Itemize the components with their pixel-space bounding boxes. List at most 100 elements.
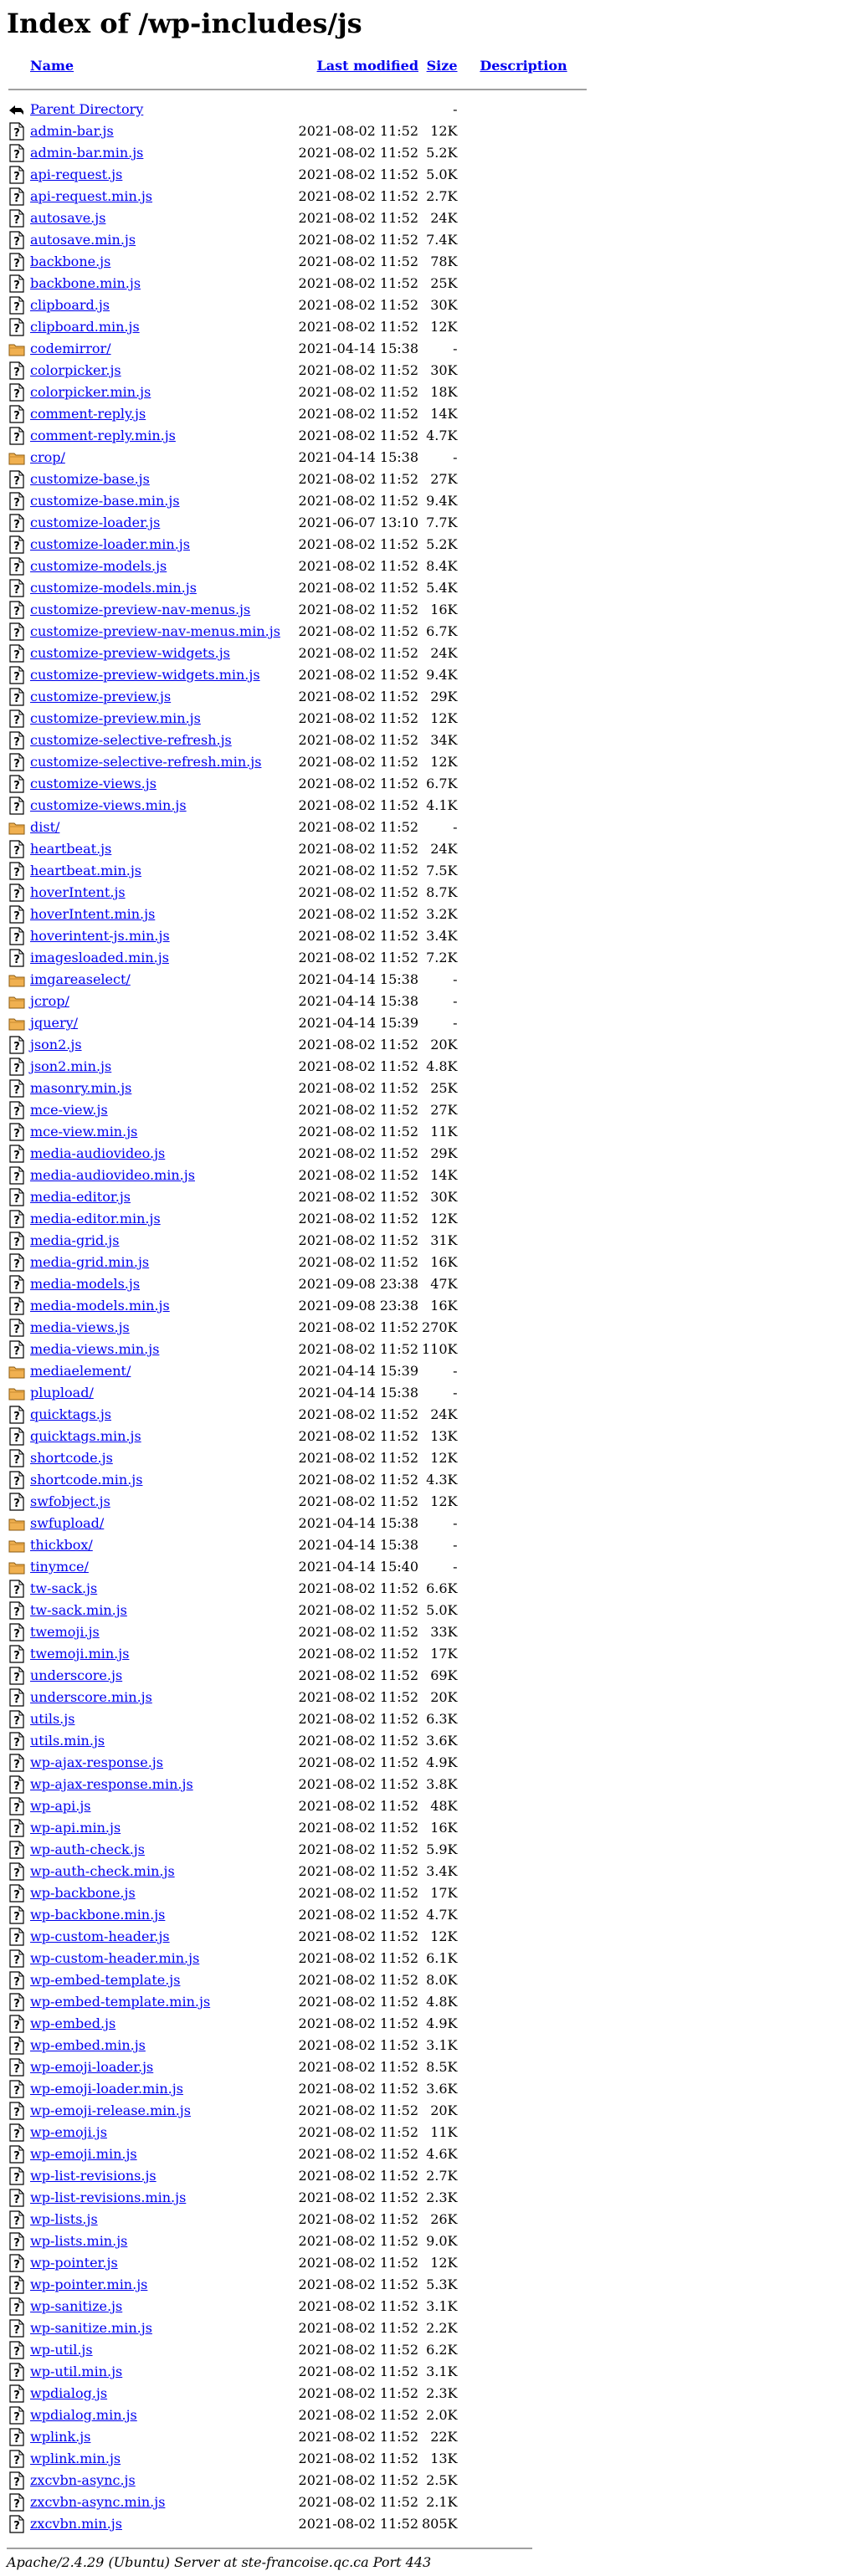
file-link[interactable]: wp-auth-check.min.js: [30, 1863, 175, 1879]
file-link[interactable]: twemoji.js: [30, 1624, 100, 1640]
file-link[interactable]: mce-view.min.js: [30, 1124, 137, 1139]
file-link[interactable]: wp-ajax-response.js: [30, 1754, 163, 1770]
folder-link[interactable]: swfupload/: [30, 1515, 104, 1531]
file-link[interactable]: wp-lists.js: [30, 2211, 98, 2227]
file-link[interactable]: mce-view.js: [30, 1102, 108, 1118]
file-link[interactable]: media-grid.min.js: [30, 1254, 149, 1270]
file-link[interactable]: hoverintent-js.min.js: [30, 928, 170, 944]
file-link[interactable]: wp-auth-check.js: [30, 1841, 145, 1857]
file-link[interactable]: wp-api.js: [30, 1798, 91, 1814]
file-link[interactable]: customize-models.min.js: [30, 580, 197, 596]
folder-link[interactable]: imgareaselect/: [30, 971, 131, 987]
file-link[interactable]: media-audiovideo.min.js: [30, 1167, 195, 1183]
file-link[interactable]: autosave.js: [30, 210, 105, 226]
file-link[interactable]: admin-bar.min.js: [30, 145, 143, 161]
file-link[interactable]: backbone.min.js: [30, 275, 141, 291]
file-link[interactable]: wp-pointer.min.js: [30, 2276, 147, 2292]
file-link[interactable]: customize-preview-widgets.min.js: [30, 667, 260, 683]
folder-link[interactable]: crop/: [30, 449, 65, 465]
file-link[interactable]: customize-loader.min.js: [30, 536, 190, 552]
file-link[interactable]: underscore.js: [30, 1667, 122, 1683]
file-link[interactable]: wp-embed-template.js: [30, 1972, 180, 1988]
file-link[interactable]: wp-api.min.js: [30, 1820, 121, 1836]
folder-link[interactable]: dist/: [30, 819, 59, 835]
file-link[interactable]: media-models.min.js: [30, 1298, 170, 1314]
file-link[interactable]: customize-base.min.js: [30, 493, 180, 509]
file-link[interactable]: media-models.js: [30, 1276, 140, 1292]
file-link[interactable]: colorpicker.min.js: [30, 384, 151, 400]
file-link[interactable]: wp-ajax-response.min.js: [30, 1776, 193, 1792]
file-link[interactable]: customize-selective-refresh.js: [30, 732, 232, 748]
folder-link[interactable]: codemirror/: [30, 341, 111, 356]
file-link[interactable]: customize-views.js: [30, 776, 157, 791]
file-link[interactable]: customize-preview-nav-menus.js: [30, 602, 250, 617]
file-link[interactable]: wp-lists.min.js: [30, 2233, 127, 2249]
file-link[interactable]: json2.min.js: [30, 1058, 111, 1074]
file-link[interactable]: backbone.js: [30, 254, 110, 269]
file-link[interactable]: customize-base.js: [30, 471, 150, 487]
file-link[interactable]: customize-preview.min.js: [30, 710, 201, 726]
file-link[interactable]: heartbeat.min.js: [30, 863, 141, 878]
file-link[interactable]: wp-custom-header.js: [30, 1928, 170, 1944]
file-link[interactable]: wp-sanitize.js: [30, 2298, 122, 2314]
folder-link[interactable]: jquery/: [30, 1015, 78, 1031]
file-link[interactable]: wp-backbone.min.js: [30, 1907, 165, 1923]
file-link[interactable]: comment-reply.js: [30, 406, 146, 422]
file-link[interactable]: wp-emoji-loader.js: [30, 2059, 153, 2075]
file-link[interactable]: twemoji.min.js: [30, 1646, 129, 1662]
file-link[interactable]: clipboard.min.js: [30, 319, 140, 335]
file-link[interactable]: media-audiovideo.js: [30, 1145, 165, 1161]
file-link[interactable]: wp-emoji-release.min.js: [30, 2102, 191, 2118]
file-link[interactable]: customize-preview.js: [30, 689, 171, 704]
file-link[interactable]: wp-emoji-loader.min.js: [30, 2081, 183, 2097]
file-link[interactable]: tw-sack.min.js: [30, 1602, 127, 1618]
file-link[interactable]: wp-backbone.js: [30, 1885, 136, 1901]
file-link[interactable]: admin-bar.js: [30, 123, 114, 139]
file-link[interactable]: zxcvbn-async.js: [30, 2472, 136, 2488]
file-link[interactable]: media-grid.js: [30, 1232, 119, 1248]
file-link[interactable]: quicktags.min.js: [30, 1428, 141, 1444]
file-link[interactable]: wp-emoji.min.js: [30, 2146, 137, 2162]
sort-by-description-link[interactable]: Description: [480, 58, 567, 74]
parent-directory-link[interactable]: Parent Directory: [30, 101, 143, 117]
file-link[interactable]: wp-util.min.js: [30, 2363, 122, 2379]
file-link[interactable]: wp-embed.js: [30, 2015, 115, 2031]
file-link[interactable]: underscore.min.js: [30, 1689, 152, 1705]
sort-by-size-link[interactable]: Size: [427, 58, 458, 74]
file-link[interactable]: wp-embed.min.js: [30, 2037, 146, 2053]
file-link[interactable]: shortcode.min.js: [30, 1472, 142, 1488]
file-link[interactable]: wp-emoji.js: [30, 2124, 107, 2140]
file-link[interactable]: wpdialog.js: [30, 2385, 107, 2401]
file-link[interactable]: swfobject.js: [30, 1493, 110, 1509]
file-link[interactable]: customize-preview-widgets.js: [30, 645, 230, 661]
file-link[interactable]: api-request.js: [30, 166, 122, 182]
sort-by-last-modified-link[interactable]: Last modified: [317, 58, 418, 74]
file-link[interactable]: wp-embed-template.min.js: [30, 1994, 210, 2010]
folder-link[interactable]: tinymce/: [30, 1559, 89, 1575]
file-link[interactable]: media-editor.js: [30, 1189, 131, 1205]
file-link[interactable]: autosave.min.js: [30, 232, 136, 248]
file-link[interactable]: wp-pointer.js: [30, 2255, 118, 2271]
folder-link[interactable]: thickbox/: [30, 1537, 93, 1553]
file-link[interactable]: comment-reply.min.js: [30, 428, 176, 443]
file-link[interactable]: wpdialog.min.js: [30, 2407, 137, 2423]
folder-link[interactable]: jcrop/: [30, 993, 69, 1009]
file-link[interactable]: zxcvbn.min.js: [30, 2516, 122, 2532]
file-link[interactable]: customize-selective-refresh.min.js: [30, 754, 261, 770]
file-link[interactable]: customize-loader.js: [30, 515, 160, 530]
file-link[interactable]: customize-preview-nav-menus.min.js: [30, 623, 280, 639]
file-link[interactable]: tw-sack.js: [30, 1580, 97, 1596]
folder-link[interactable]: mediaelement/: [30, 1363, 131, 1379]
file-link[interactable]: quicktags.js: [30, 1406, 111, 1422]
file-link[interactable]: heartbeat.js: [30, 841, 111, 857]
file-link[interactable]: wp-custom-header.min.js: [30, 1950, 199, 1966]
file-link[interactable]: wp-util.js: [30, 2342, 93, 2358]
file-link[interactable]: wp-list-revisions.min.js: [30, 2189, 186, 2205]
file-link[interactable]: imagesloaded.min.js: [30, 950, 169, 965]
file-link[interactable]: hoverIntent.min.js: [30, 906, 155, 922]
file-link[interactable]: clipboard.js: [30, 297, 110, 313]
file-link[interactable]: shortcode.js: [30, 1450, 113, 1466]
file-link[interactable]: utils.js: [30, 1711, 74, 1727]
file-link[interactable]: media-views.min.js: [30, 1341, 159, 1357]
file-link[interactable]: customize-views.min.js: [30, 797, 187, 813]
